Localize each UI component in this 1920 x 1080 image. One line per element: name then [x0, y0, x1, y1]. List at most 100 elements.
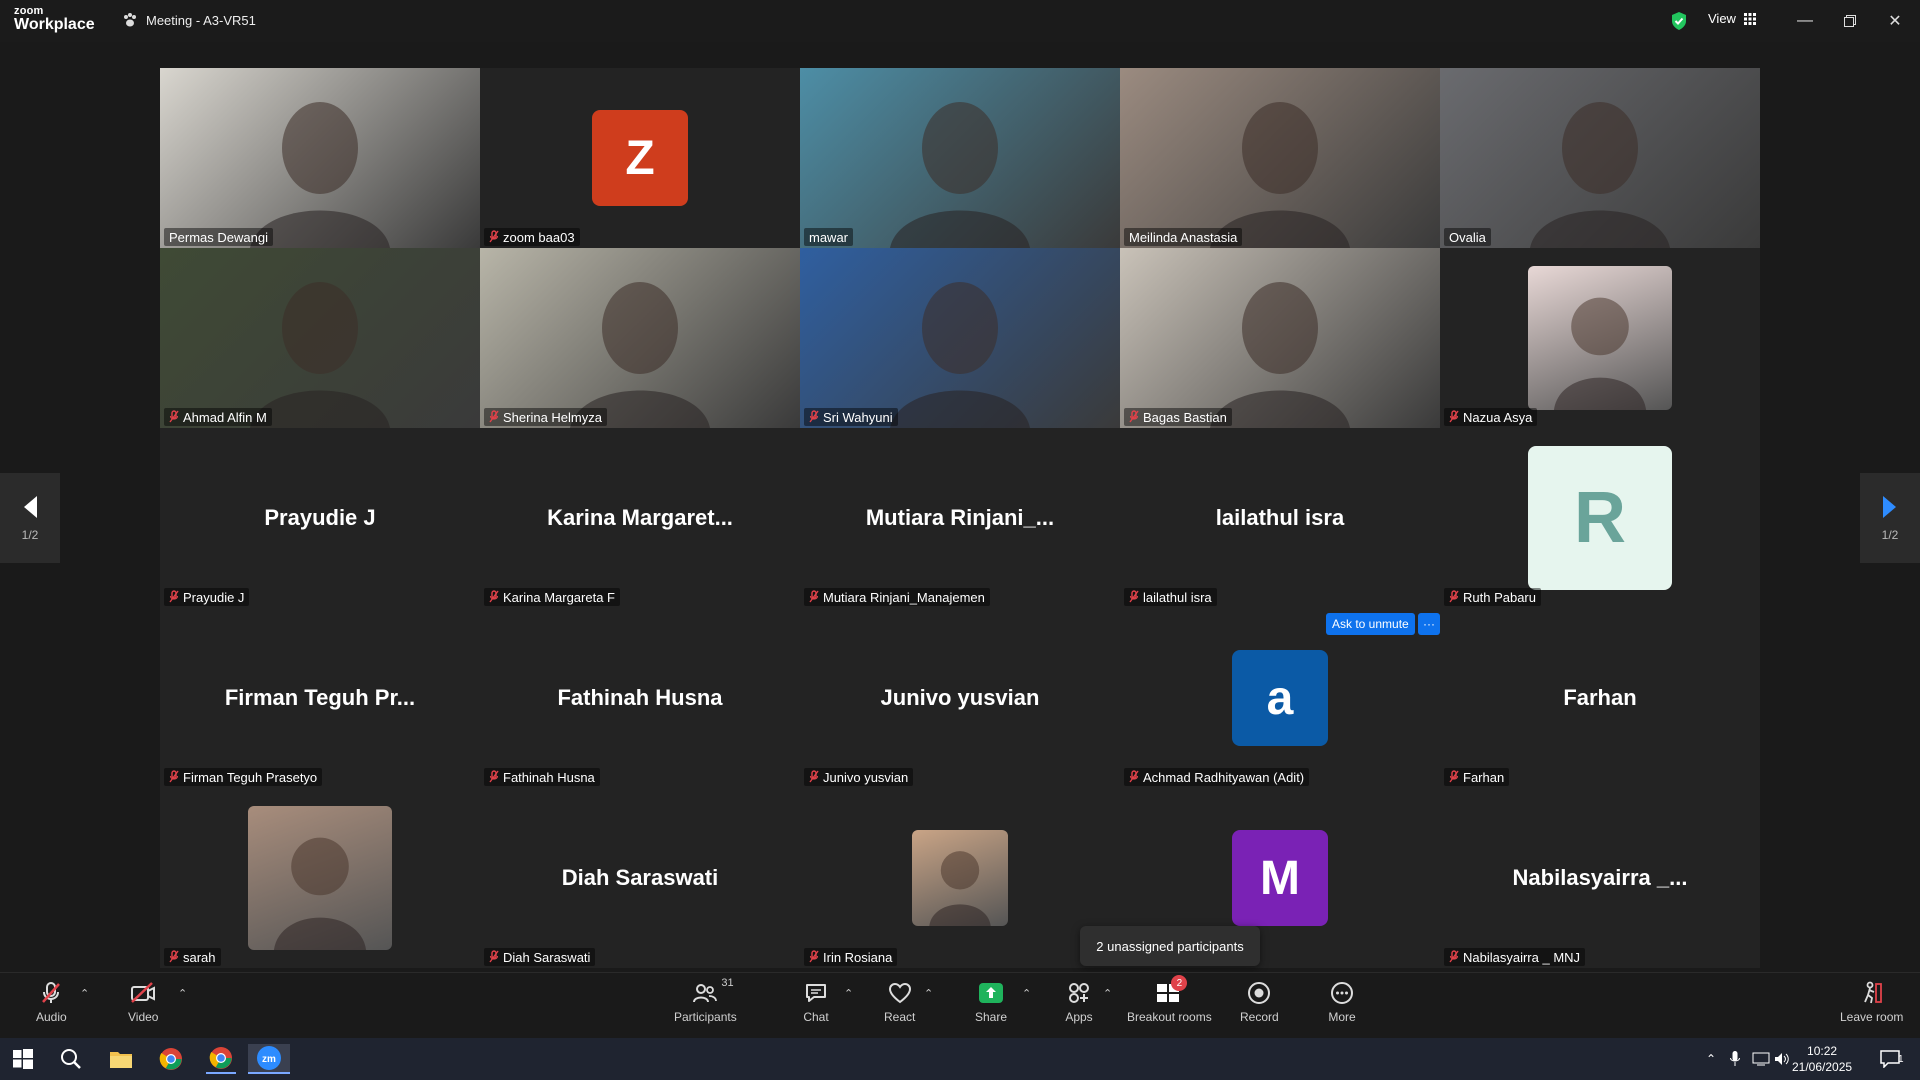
search-icon[interactable]: [56, 1044, 86, 1074]
restore-icon[interactable]: [1837, 8, 1863, 34]
muted-mic-icon: [1449, 590, 1459, 603]
record-button[interactable]: Record: [1240, 979, 1279, 1024]
participant-tile[interactable]: Firman Teguh Pr... Firman Teguh Prasetyo: [160, 608, 480, 788]
participant-tile[interactable]: a Achmad Radhityawan (Adit): [1120, 608, 1440, 788]
chat-icon: [806, 984, 826, 1002]
chrome-profile-icon[interactable]: [206, 1044, 236, 1074]
participant-display-name: Farhan: [1563, 685, 1637, 710]
participant-tile[interactable]: Mutiara Rinjani_... Mutiara Rinjani_Manaj…: [800, 428, 1120, 608]
breakout-rooms-button[interactable]: 2 Breakout rooms: [1127, 975, 1212, 1024]
more-button[interactable]: More: [1328, 979, 1356, 1024]
participant-name-label: Prayudie J: [164, 588, 250, 606]
participant-name: Karina Margareta F: [503, 589, 615, 605]
participant-tile[interactable]: Sri Wahyuni: [800, 248, 1120, 428]
chat-button[interactable]: Chat: [802, 979, 830, 1024]
share-options-caret-icon[interactable]: ⌃: [1022, 987, 1031, 1000]
chat-options-caret-icon[interactable]: ⌃: [844, 987, 853, 1000]
view-button[interactable]: View: [1708, 11, 1756, 26]
leave-room-button[interactable]: Leave room: [1840, 979, 1903, 1024]
share-button[interactable]: Share: [975, 979, 1007, 1024]
participant-tile[interactable]: Nabilasyairra _... Nabilasyairra _ MNJ: [1440, 788, 1760, 968]
more-icon: [1331, 982, 1353, 1004]
microphone-muted-icon: [42, 982, 61, 1003]
participant-name-label: Sri Wahyuni: [804, 408, 898, 426]
participant-tile[interactable]: lailathul isra lailathul isra: [1120, 428, 1440, 608]
mic-tray-icon[interactable]: [1730, 1038, 1740, 1080]
minimize-icon[interactable]: —: [1792, 8, 1818, 34]
participant-tile[interactable]: Ovalia: [1440, 68, 1760, 248]
muted-mic-icon: [169, 950, 179, 963]
system-clock[interactable]: 10:22 21/06/2025: [1792, 1043, 1852, 1075]
notification-icon[interactable]: 1: [1880, 1038, 1904, 1080]
participant-tile[interactable]: sarah: [160, 788, 480, 968]
participant-tile[interactable]: Irin Rosiana: [800, 788, 1120, 968]
participant-tile[interactable]: Junivo yusvian Junivo yusvian: [800, 608, 1120, 788]
person-silhouette: [1210, 282, 1350, 428]
participant-name: Nabilasyairra _ MNJ: [1463, 949, 1581, 965]
zoom-taskbar-icon[interactable]: zm: [248, 1044, 290, 1074]
participant-tile[interactable]: Fathinah Husna Fathinah Husna: [480, 608, 800, 788]
participant-name: Permas Dewangi: [169, 229, 268, 245]
participant-video: [480, 248, 800, 428]
close-icon[interactable]: ✕: [1882, 8, 1908, 34]
audio-options-caret-icon[interactable]: ⌃: [80, 987, 89, 1000]
apps-button[interactable]: Apps: [1065, 979, 1093, 1024]
participant-name-label: Bagas Bastian: [1124, 408, 1232, 426]
participant-video: [1440, 68, 1760, 248]
video-options-caret-icon[interactable]: ⌃: [178, 987, 187, 1000]
participant-name-label: Ahmad Alfin M: [164, 408, 272, 426]
participant-tile[interactable]: Sherina Helmyza: [480, 248, 800, 428]
volume-icon[interactable]: [1774, 1038, 1790, 1080]
breakout-tooltip: 2 unassigned participants: [1080, 926, 1260, 966]
video-button[interactable]: Video: [128, 979, 158, 1024]
participant-video: [1120, 68, 1440, 248]
participant-tile[interactable]: Farhan Farhan: [1440, 608, 1760, 788]
apps-options-caret-icon[interactable]: ⌃: [1103, 987, 1112, 1000]
participant-name: Junivo yusvian: [823, 769, 909, 785]
participant-name: Sherina Helmyza: [503, 409, 602, 425]
participant-name: Fathinah Husna: [503, 769, 595, 785]
tile-more-button[interactable]: ···: [1418, 613, 1440, 635]
arrow-left-icon: [24, 496, 37, 518]
profile-photo: [1528, 266, 1672, 410]
participant-tile[interactable]: mawar: [800, 68, 1120, 248]
muted-mic-icon: [1449, 410, 1459, 423]
heart-icon: [888, 982, 911, 1004]
ask-to-unmute-button[interactable]: Ask to unmute: [1326, 613, 1415, 635]
shield-icon[interactable]: [1670, 11, 1688, 31]
react-button[interactable]: React: [884, 979, 915, 1024]
windows-start-icon[interactable]: [8, 1044, 38, 1074]
meeting-title[interactable]: Meeting - A3-VR51: [122, 12, 256, 28]
participant-name: Ahmad Alfin M: [183, 409, 267, 425]
participant-video: [160, 248, 480, 428]
person-silhouette: [250, 282, 390, 428]
network-icon[interactable]: [1752, 1038, 1770, 1080]
muted-mic-icon: [489, 950, 499, 963]
leave-room-icon: [1863, 981, 1882, 1004]
chat-label: Chat: [803, 1010, 829, 1024]
participant-tile[interactable]: Nazua Asya: [1440, 248, 1760, 428]
react-options-caret-icon[interactable]: ⌃: [924, 987, 933, 1000]
show-hidden-icons-icon[interactable]: ⌃: [1706, 1038, 1716, 1080]
file-explorer-icon[interactable]: [106, 1044, 136, 1074]
chrome-icon[interactable]: [156, 1044, 186, 1074]
avatar: M: [1232, 830, 1328, 926]
participants-button[interactable]: 31 Participants: [674, 977, 737, 1024]
participant-tile[interactable]: Meilinda Anastasia: [1120, 68, 1440, 248]
participant-tile[interactable]: Bagas Bastian: [1120, 248, 1440, 428]
participant-grid: Permas Dewangi Zzoom baa03 mawar Meilinda A…: [160, 68, 1760, 968]
audio-button[interactable]: Audio: [36, 979, 67, 1024]
participant-tile[interactable]: Karina Margaret... Karina Margareta F: [480, 428, 800, 608]
participant-tile[interactable]: Ahmad Alfin M: [160, 248, 480, 428]
participant-tile[interactable]: Prayudie J Prayudie J: [160, 428, 480, 608]
participant-tile[interactable]: Permas Dewangi: [160, 68, 480, 248]
participant-tile[interactable]: Zzoom baa03: [480, 68, 800, 248]
participant-tile[interactable]: R Ruth Pabaru: [1440, 428, 1760, 608]
next-page-button[interactable]: 1/2: [1860, 473, 1920, 563]
participant-tile[interactable]: Diah Saraswati Diah Saraswati: [480, 788, 800, 968]
muted-mic-icon: [169, 770, 179, 783]
participant-name-label: Ruth Pabaru: [1444, 588, 1541, 606]
previous-page-button[interactable]: 1/2: [0, 473, 60, 563]
participant-name: Ovalia: [1449, 229, 1486, 245]
muted-mic-icon: [489, 770, 499, 783]
